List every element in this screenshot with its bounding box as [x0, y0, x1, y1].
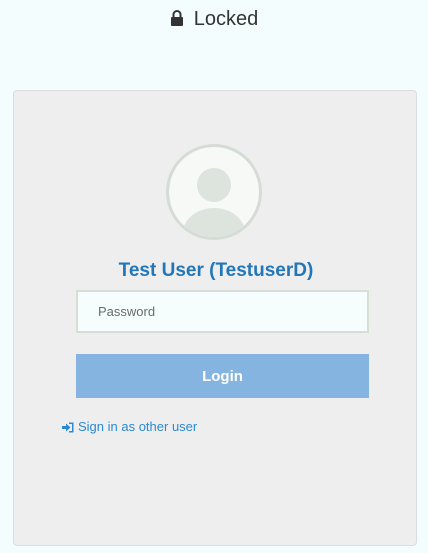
sign-in-other-user-link[interactable]: Sign in as other user — [62, 419, 197, 434]
login-button[interactable]: Login — [76, 354, 369, 398]
password-field[interactable] — [76, 290, 369, 333]
locked-label: Locked — [193, 7, 259, 30]
lock-icon — [170, 9, 184, 27]
sign-in-other-user-label: Sign in as other user — [78, 419, 198, 434]
user-avatar-icon — [166, 144, 262, 240]
lock-status-header: Locked — [0, 6, 428, 32]
login-card: Test User (TestuserD) Login Sign in as o… — [13, 90, 417, 546]
user-name: Test User (TestuserD) — [118, 260, 314, 281]
sign-in-icon — [62, 421, 74, 433]
